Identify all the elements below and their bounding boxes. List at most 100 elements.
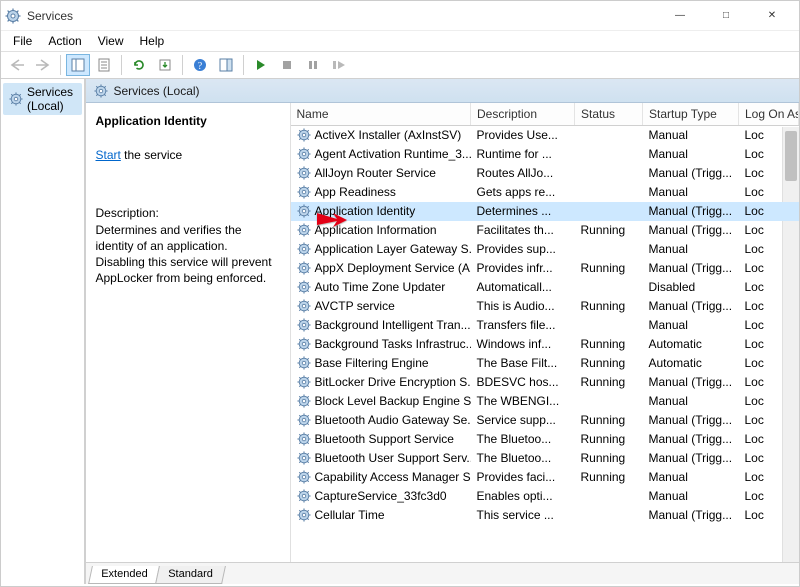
console-tree-button[interactable] <box>66 54 90 76</box>
refresh-button[interactable] <box>127 54 151 76</box>
pane-icon <box>219 58 233 72</box>
gear-icon <box>297 413 311 427</box>
service-desc: Provides infr... <box>471 259 575 278</box>
service-status: Running <box>575 449 643 468</box>
start-service-link[interactable]: Start <box>96 148 121 162</box>
maximize-button[interactable]: □ <box>703 1 749 31</box>
service-row[interactable]: Application InformationFacilitates th...… <box>291 221 799 240</box>
gear-icon <box>9 92 23 106</box>
service-row[interactable]: Base Filtering EngineThe Base Filt...Run… <box>291 354 799 373</box>
service-desc: Transfers file... <box>471 316 575 335</box>
col-header[interactable]: Name <box>291 103 471 126</box>
service-row[interactable]: AllJoyn Router Service Routes AllJo... Man… <box>291 164 799 183</box>
col-header[interactable]: Description <box>471 103 575 126</box>
service-name: Base Filtering Engine <box>315 356 429 370</box>
gear-icon <box>297 489 311 503</box>
properties-button[interactable] <box>92 54 116 76</box>
arrow-right-icon <box>35 58 51 72</box>
start-suffix: the service <box>121 148 182 162</box>
service-startup: Manual (Trigg... <box>643 164 739 183</box>
service-status: Running <box>575 411 643 430</box>
help-button[interactable]: ? <box>188 54 212 76</box>
menubar: File Action View Help <box>1 31 799 51</box>
pause-service-button[interactable] <box>301 54 325 76</box>
service-row[interactable]: Agent Activation Runtime_3...Runtime for… <box>291 145 799 164</box>
service-name: Block Level Backup Engine S... <box>315 394 471 408</box>
pause-icon <box>307 59 319 71</box>
col-header[interactable]: Log On As <box>739 103 799 126</box>
start-service-button[interactable] <box>249 54 273 76</box>
service-startup: Manual (Trigg... <box>643 430 739 449</box>
service-row[interactable]: AVCTP serviceThis is Audio...RunningManu… <box>291 297 799 316</box>
service-row[interactable]: ActiveX Installer (AxInstSV)Provides Use… <box>291 126 799 145</box>
service-logon: Loc <box>739 240 799 259</box>
col-header[interactable]: Status <box>575 103 643 126</box>
service-status: Running <box>575 297 643 316</box>
restart-service-button[interactable] <box>327 54 351 76</box>
service-logon: Loc <box>739 487 799 506</box>
tree-root[interactable]: Services (Local) <box>3 83 82 115</box>
service-startup: Manual (Trigg... <box>643 411 739 430</box>
service-row[interactable]: Application IdentityDetermines ...Manual… <box>291 202 799 221</box>
service-row[interactable]: Background Intelligent Tran...Transfers … <box>291 316 799 335</box>
page-icon <box>97 58 111 72</box>
service-row[interactable]: Bluetooth Support ServiceThe Bluetoo...R… <box>291 430 799 449</box>
titlebar: Services — □ ✕ <box>1 1 799 31</box>
action-pane-button[interactable] <box>214 54 238 76</box>
service-name: Agent Activation Runtime_3... <box>315 147 471 161</box>
app-gear-icon <box>5 8 21 24</box>
menu-file[interactable]: File <box>5 32 40 50</box>
col-header[interactable]: Startup Type <box>643 103 739 126</box>
service-row[interactable]: CaptureService_33fc3d0Enables opti...Man… <box>291 487 799 506</box>
back-button[interactable] <box>5 54 29 76</box>
service-row[interactable]: Application Layer Gateway S...Provides s… <box>291 240 799 259</box>
minimize-button[interactable]: — <box>657 1 703 31</box>
service-row[interactable]: App ReadinessGets apps re...ManualLoc <box>291 183 799 202</box>
menu-view[interactable]: View <box>90 32 132 50</box>
service-row[interactable]: Bluetooth User Support Serv...The Blueto… <box>291 449 799 468</box>
service-desc: Routes AllJo... <box>471 164 575 183</box>
service-row[interactable]: Block Level Backup Engine S...The WBENGI… <box>291 392 799 411</box>
close-button[interactable]: ✕ <box>749 1 795 31</box>
service-row[interactable]: Background Tasks Infrastruc...Windows in… <box>291 335 799 354</box>
service-status <box>575 145 643 164</box>
table-scroll[interactable]: NameDescriptionStatusStartup TypeLog On … <box>291 103 800 562</box>
gear-icon <box>297 280 311 294</box>
menu-help[interactable]: Help <box>132 32 173 50</box>
service-desc: Provides Use... <box>471 126 575 145</box>
service-startup: Disabled <box>643 278 739 297</box>
service-logon: Loc <box>739 278 799 297</box>
service-desc: Runtime for ... <box>471 145 575 164</box>
tab-extended[interactable]: Extended <box>88 566 160 584</box>
gear-icon <box>297 337 311 351</box>
service-row[interactable]: Auto Time Zone UpdaterAutomaticall...Dis… <box>291 278 799 297</box>
service-startup: Manual (Trigg... <box>643 259 739 278</box>
service-row[interactable]: Cellular TimeThis service ...Manual (Tri… <box>291 506 799 525</box>
export-button[interactable] <box>153 54 177 76</box>
service-status <box>575 278 643 297</box>
service-row[interactable]: Bluetooth Audio Gateway Se...Service sup… <box>291 411 799 430</box>
content-split: Application Identity Start the service D… <box>86 103 800 562</box>
service-startup: Manual (Trigg... <box>643 297 739 316</box>
tab-standard[interactable]: Standard <box>155 566 225 584</box>
tree-root-label: Services (Local) <box>27 85 76 113</box>
service-name: Application Information <box>315 223 437 237</box>
gear-icon <box>297 185 311 199</box>
service-logon: Loc <box>739 297 799 316</box>
service-status: Running <box>575 354 643 373</box>
service-row[interactable]: BitLocker Drive Encryption S...BDESVC ho… <box>291 373 799 392</box>
service-startup: Manual <box>643 126 739 145</box>
service-name: Bluetooth User Support Serv... <box>315 451 471 465</box>
gear-icon <box>297 147 311 161</box>
service-row[interactable]: Capability Access Manager S...Provides f… <box>291 468 799 487</box>
service-row[interactable]: AppX Deployment Service (A...Provides in… <box>291 259 799 278</box>
gear-icon <box>297 432 311 446</box>
service-name: AllJoyn Router Service <box>315 166 436 180</box>
description-text: Determines and verifies the identity of … <box>96 222 280 287</box>
service-status: Running <box>575 221 643 240</box>
menu-action[interactable]: Action <box>40 32 89 50</box>
stop-service-button[interactable] <box>275 54 299 76</box>
service-status <box>575 202 643 221</box>
service-status <box>575 164 643 183</box>
forward-button[interactable] <box>31 54 55 76</box>
